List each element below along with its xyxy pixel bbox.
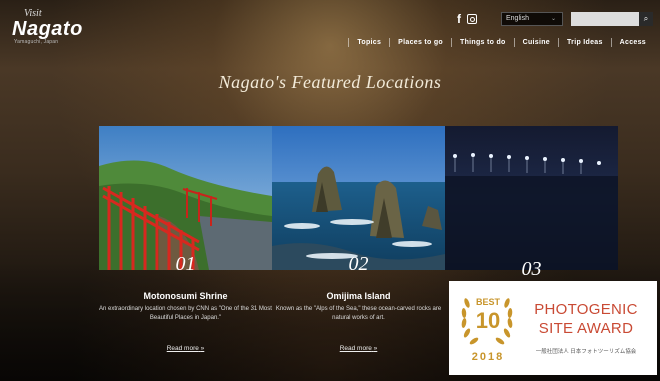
omijima-island-image xyxy=(272,126,445,270)
award-best: BEST xyxy=(475,297,500,307)
read-more-label: Read more xyxy=(166,345,199,352)
language-selected: English xyxy=(506,15,529,22)
logo-nagato: Nagato xyxy=(12,18,83,40)
instagram-icon[interactable] xyxy=(467,14,477,24)
search-box: ⌕ xyxy=(571,12,653,31)
night-scene-image xyxy=(445,126,618,270)
card-number: 02 xyxy=(348,253,369,270)
site-logo[interactable]: Visit Nagato Yamaguchi, Japan xyxy=(12,9,83,46)
award-badge: BEST 10 2018 PHOTOGENIC SITE AWARD 一般社団法… xyxy=(449,281,657,375)
nav-item-topics[interactable]: Topics xyxy=(348,38,389,47)
nav-item-things-to-do[interactable]: Things to do xyxy=(451,38,514,47)
search-icon[interactable]: ⌕ xyxy=(639,12,653,26)
card-number: 03 xyxy=(521,258,542,280)
read-more-label: Read more xyxy=(339,345,372,352)
nav-item-access[interactable]: Access xyxy=(610,38,654,47)
award-organization: 一般社団法人 日本フォトツーリズム協会 xyxy=(535,349,637,355)
motonosumi-shrine-image xyxy=(99,126,272,270)
section-title: Nagato's Featured Locations xyxy=(218,72,442,92)
nav-item-places-to-go[interactable]: Places to go xyxy=(389,38,451,47)
chevron-right-icon: » xyxy=(373,345,378,352)
card-desc-omijima: Known as the "Alps of the Sea," these oc… xyxy=(275,306,442,321)
card-image-omijima[interactable]: 02 xyxy=(272,126,445,270)
award-year: 2018 xyxy=(471,351,505,363)
card-title-motonosumi[interactable]: Motonosumi Shrine xyxy=(99,291,272,301)
card-title-omijima[interactable]: Omijima Island xyxy=(272,291,445,301)
card-image-3[interactable] xyxy=(445,126,618,270)
card-number: 01 xyxy=(175,253,196,270)
nav-item-cuisine[interactable]: Cuisine xyxy=(513,38,558,47)
chevron-right-icon: » xyxy=(200,345,205,352)
language-select[interactable]: English ⌄ xyxy=(501,12,563,26)
main-nav: Topics Places to go Things to do Cuisine… xyxy=(348,38,654,47)
chevron-down-icon: ⌄ xyxy=(550,16,556,22)
read-more-link[interactable]: Read more » xyxy=(272,345,445,352)
site-header: Visit Nagato Yamaguchi, Japan f English … xyxy=(0,0,660,56)
read-more-link[interactable]: Read more » xyxy=(99,345,272,352)
search-input[interactable] xyxy=(571,16,643,31)
nav-item-trip-ideas[interactable]: Trip Ideas xyxy=(557,38,611,47)
award-rank: 10 xyxy=(475,308,501,333)
award-title-line2: SITE AWARD xyxy=(538,320,634,337)
social-links: f xyxy=(457,13,477,25)
card-desc-motonosumi: An extraordinary location chosen by CNN … xyxy=(99,306,272,321)
award-title-line1: PHOTOGENIC xyxy=(534,301,638,318)
facebook-icon[interactable]: f xyxy=(457,13,461,25)
card-image-motonosumi[interactable]: 01 xyxy=(99,126,272,270)
